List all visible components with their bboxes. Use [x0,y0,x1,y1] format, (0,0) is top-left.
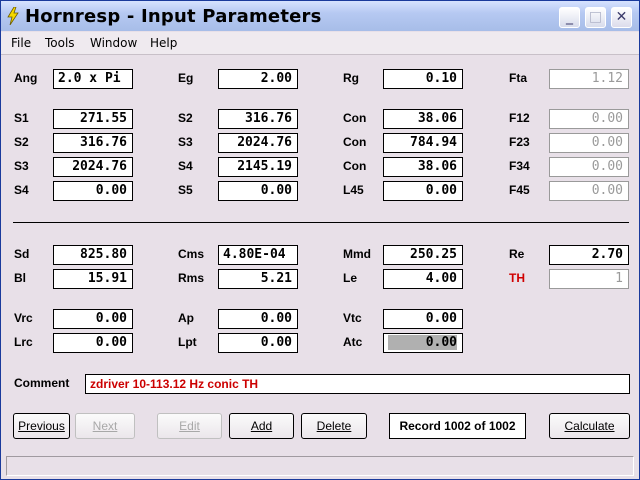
lpt-label: Lpt [178,335,197,349]
mmd-label: Mmd [343,247,371,261]
rms-label: Rms [178,271,205,285]
f12-field[interactable]: 0.00 [549,109,629,129]
con1-field[interactable]: 38.06 [383,109,463,129]
status-bar [6,456,634,476]
f45-field[interactable]: 0.00 [549,181,629,201]
hornresp-window: Hornresp - Input Parameters _ □ ✕ File T… [0,0,640,480]
rg-field[interactable]: 0.10 [383,69,463,89]
atc-label: Atc [343,335,363,349]
eg-label: Eg [178,71,194,85]
s3-row3-field[interactable]: 2024.76 [53,157,133,177]
s3-field[interactable]: 2024.76 [218,133,298,153]
s2-label: S2 [178,111,193,125]
f23-label: F23 [509,135,530,149]
ang-field[interactable]: 2.0 x Pi [53,69,133,89]
eg-field[interactable]: 2.00 [218,69,298,89]
f34-label: F34 [509,159,530,173]
menu-file[interactable]: File [11,36,31,50]
f12-label: F12 [509,111,530,125]
ap-field[interactable]: 0.00 [218,309,298,329]
vtc-field[interactable]: 0.00 [383,309,463,329]
th-field[interactable]: 1 [549,269,629,289]
s4-row4-field[interactable]: 0.00 [53,181,133,201]
rms-field[interactable]: 5.21 [218,269,298,289]
mmd-field[interactable]: 250.25 [383,245,463,265]
re-label: Re [509,247,525,261]
calculate-button[interactable]: Calculate [549,413,630,439]
con1-label: Con [343,111,367,125]
con2-field[interactable]: 784.94 [383,133,463,153]
section-divider [13,222,629,223]
bl-field[interactable]: 15.91 [53,269,133,289]
window-title: Hornresp - Input Parameters [25,6,322,27]
title-bar[interactable]: Hornresp - Input Parameters _ □ ✕ [1,1,639,31]
next-button[interactable]: Next [75,413,135,439]
atc-field[interactable]: 0.00 [383,333,463,353]
menu-window[interactable]: Window [90,36,137,50]
f23-field[interactable]: 0.00 [549,133,629,153]
previous-button[interactable]: Previous [13,413,70,439]
delete-button[interactable]: Delete [301,413,367,439]
s4-label: S4 [178,159,193,173]
l45-label: L45 [343,183,364,197]
ang-label: Ang [14,71,38,85]
rg-label: Rg [343,71,359,85]
con3-label: Con [343,159,367,173]
s5-label: S5 [178,183,193,197]
le-field[interactable]: 4.00 [383,269,463,289]
fta-label: Fta [509,71,527,85]
s4-row4-label: S4 [14,183,29,197]
vrc-label: Vrc [14,311,33,325]
f45-label: F45 [509,183,530,197]
s2-row2-label: S2 [14,135,29,149]
comment-field[interactable]: zdriver 10-113.12 Hz conic TH [85,374,630,394]
s3-label: S3 [178,135,193,149]
s2-row2-field[interactable]: 316.76 [53,133,133,153]
minimize-button[interactable]: _ [559,7,580,28]
comment-label: Comment [14,376,70,390]
menu-help[interactable]: Help [150,36,177,50]
atc-value: 0.00 [387,335,457,350]
s3-row3-label: S3 [14,159,29,173]
re-field[interactable]: 2.70 [549,245,629,265]
edit-button[interactable]: Edit [157,413,222,439]
cms-label: Cms [178,247,205,261]
lrc-field[interactable]: 0.00 [53,333,133,353]
maximize-button[interactable]: □ [585,7,606,28]
sd-field[interactable]: 825.80 [53,245,133,265]
close-button[interactable]: ✕ [611,7,632,28]
s5-field[interactable]: 0.00 [218,181,298,201]
vtc-label: Vtc [343,311,362,325]
cms-field[interactable]: 4.80E-04 [218,245,298,265]
l45-field[interactable]: 0.00 [383,181,463,201]
le-label: Le [343,271,358,285]
f34-field[interactable]: 0.00 [549,157,629,177]
bl-label: Bl [14,271,26,285]
menu-bar: File Tools Window Help [1,32,639,55]
s2-field[interactable]: 316.76 [218,109,298,129]
add-button[interactable]: Add [229,413,294,439]
s4-field[interactable]: 2145.19 [218,157,298,177]
ap-label: Ap [178,311,194,325]
fta-field[interactable]: 1.12 [549,69,629,89]
con2-label: Con [343,135,367,149]
con3-field[interactable]: 38.06 [383,157,463,177]
s1-label: S1 [14,111,29,125]
record-indicator: Record 1002 of 1002 [389,413,526,439]
menu-tools[interactable]: Tools [45,36,75,50]
vrc-field[interactable]: 0.00 [53,309,133,329]
app-icon [7,7,19,25]
lrc-label: Lrc [14,335,33,349]
s1-field[interactable]: 271.55 [53,109,133,129]
sd-label: Sd [14,247,30,261]
lpt-field[interactable]: 0.00 [218,333,298,353]
th-label: TH [509,271,525,285]
